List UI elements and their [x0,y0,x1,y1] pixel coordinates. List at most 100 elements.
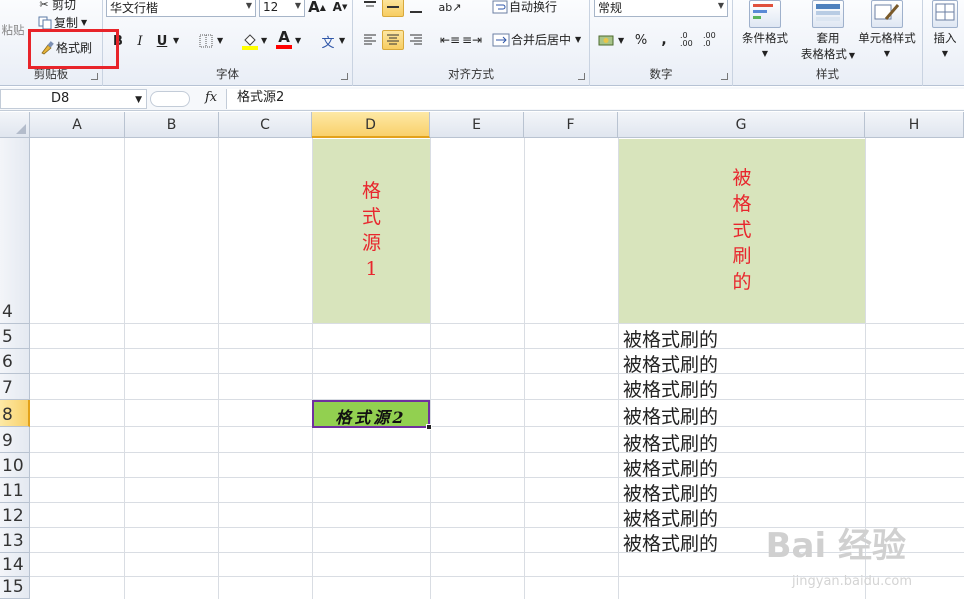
shrink-font-button[interactable]: A ▼ [329,0,351,17]
column-header-d[interactable]: D [312,112,430,138]
number-group-label: 数字 [649,67,673,81]
border-icon [199,34,213,48]
row-header-10[interactable]: 10 [0,453,30,478]
increase-decimal-button[interactable]: .0 .00 [680,30,702,50]
cell-styles-button[interactable]: 单元格样式 ▼ [851,0,923,62]
column-header-b[interactable]: B [125,112,219,138]
font-name-dropdown-icon[interactable]: ▼ [246,1,252,10]
formula-bar-splitter[interactable] [150,91,190,107]
cell-g12[interactable]: 被格式刷的 [623,504,718,531]
grow-font-button[interactable]: A ▲ [306,0,328,17]
formula-input[interactable]: 格式源2 [226,89,964,109]
accounting-format-button[interactable] [596,30,618,50]
insert-function-icon[interactable]: fx [205,90,217,105]
increase-indent-button[interactable]: ≡⇥ [461,30,483,50]
column-header-e[interactable]: E [430,112,524,138]
column-header-h[interactable]: H [865,112,964,138]
cell-g10[interactable]: 被格式刷的 [623,454,718,481]
phonetic-dropdown-icon[interactable]: ▼ [339,36,345,45]
decrease-indent-button[interactable]: ⇤≡ [439,30,461,50]
row-header-8[interactable]: 8 [0,400,30,427]
format-as-table-button[interactable]: 套用 表格格式 ▼ [799,0,857,64]
paint-bucket-icon [241,32,259,50]
fill-color-button[interactable] [239,31,261,51]
orientation-button[interactable]: ab↗ [439,0,462,17]
cell-g11[interactable]: 被格式刷的 [623,479,718,506]
alignment-launcher-icon[interactable] [578,73,585,80]
border-button[interactable] [195,31,217,51]
insert-button[interactable]: 插入 ▼ [927,0,963,62]
paste-label: 粘贴 [1,23,25,37]
fill-handle[interactable] [426,424,432,430]
wrap-text-button[interactable]: 自动换行 [491,0,557,15]
cell-styles-label: 单元格样式 [858,31,916,45]
font-size-combo[interactable]: 12 ▼ [259,0,305,17]
underline-icon: U [156,33,168,49]
align-top-button[interactable] [359,0,381,17]
align-left-button[interactable] [359,30,381,50]
comma-style-button[interactable]: , [653,30,675,50]
watermark-logo: Bai 经验 [765,526,906,566]
column-header-g[interactable]: G [618,112,865,138]
cell-g6[interactable]: 被格式刷的 [623,350,718,377]
copy-dropdown-icon[interactable]: ▼ [81,18,87,27]
name-box-dropdown-icon[interactable]: ▼ [135,91,142,109]
paste-button[interactable]: 粘贴 [0,22,26,38]
row-header-12[interactable]: 12 [0,503,30,528]
border-dropdown-icon[interactable]: ▼ [217,36,223,45]
accounting-dropdown-icon[interactable]: ▼ [618,36,624,45]
merge-center-dropdown-icon[interactable]: ▼ [575,35,581,44]
row-header-4[interactable]: 4 [0,138,30,324]
font-color-button[interactable]: A [273,29,295,49]
cut-button[interactable]: ✂ 剪切 [36,0,76,13]
conditional-format-button[interactable]: 条件格式 ▼ [735,0,795,62]
select-all-button[interactable] [0,112,30,138]
row-header-9[interactable]: 9 [0,427,30,453]
row-header-6[interactable]: 6 [0,349,30,374]
cell-g13[interactable]: 被格式刷的 [623,529,718,556]
row-header-5[interactable]: 5 [0,324,30,349]
underline-button[interactable]: U [151,31,173,51]
row-header-14[interactable]: 14 [0,553,30,577]
gridline [30,426,964,427]
cell-g5[interactable]: 被格式刷的 [623,325,718,352]
row-header-7[interactable]: 7 [0,374,30,400]
cell-g7[interactable]: 被格式刷的 [623,375,718,402]
font-size-dropdown-icon[interactable]: ▼ [295,1,301,10]
worksheet-grid[interactable]: A B C D E F G H 4 5 6 7 8 9 10 11 12 13 … [0,112,964,599]
clipboard-launcher-icon[interactable] [91,73,98,80]
conditional-format-label: 条件格式 [742,31,788,45]
column-header-f[interactable]: F [524,112,618,138]
phonetic-button[interactable]: 文 [317,31,339,51]
merge-center-button[interactable]: 合并后居中 ▼ [491,31,581,48]
name-box[interactable]: D8 ▼ [0,89,147,109]
table-format-label-2: 表格格式 [800,47,847,61]
cell-g8[interactable]: 被格式刷的 [623,402,718,429]
align-middle-button[interactable] [382,0,404,17]
number-format-dropdown-icon[interactable]: ▼ [718,1,724,10]
font-name-combo[interactable]: 华文行楷 ▼ [106,0,256,17]
row-header-15[interactable]: 15 [0,577,30,599]
column-header-c[interactable]: C [219,112,312,138]
number-launcher-icon[interactable] [721,73,728,80]
increase-decimal-icon: .0 .00 [680,31,693,48]
percent-button[interactable]: % [630,30,652,50]
decrease-decimal-button[interactable]: .00 .0 [703,30,725,50]
column-header-a[interactable]: A [30,112,125,138]
underline-dropdown-icon[interactable]: ▼ [173,36,179,45]
fill-color-dropdown-icon[interactable]: ▼ [261,36,267,45]
row-header-11[interactable]: 11 [0,478,30,503]
font-launcher-icon[interactable] [341,73,348,80]
cell-d8[interactable]: 格式源2 [312,400,432,430]
align-bottom-button[interactable] [405,0,427,17]
number-format-combo[interactable]: 常规 ▼ [594,0,728,17]
font-color-dropdown-icon[interactable]: ▼ [295,36,301,45]
font-size-value: 12 [263,0,279,14]
cell-d8-text: 格式源2 [335,408,407,427]
align-center-button[interactable] [382,30,404,50]
table-format-icon [812,0,844,28]
cell-g9[interactable]: 被格式刷的 [623,429,718,456]
italic-button[interactable]: I [129,31,151,51]
row-header-13[interactable]: 13 [0,528,30,553]
align-right-button[interactable] [405,30,427,50]
